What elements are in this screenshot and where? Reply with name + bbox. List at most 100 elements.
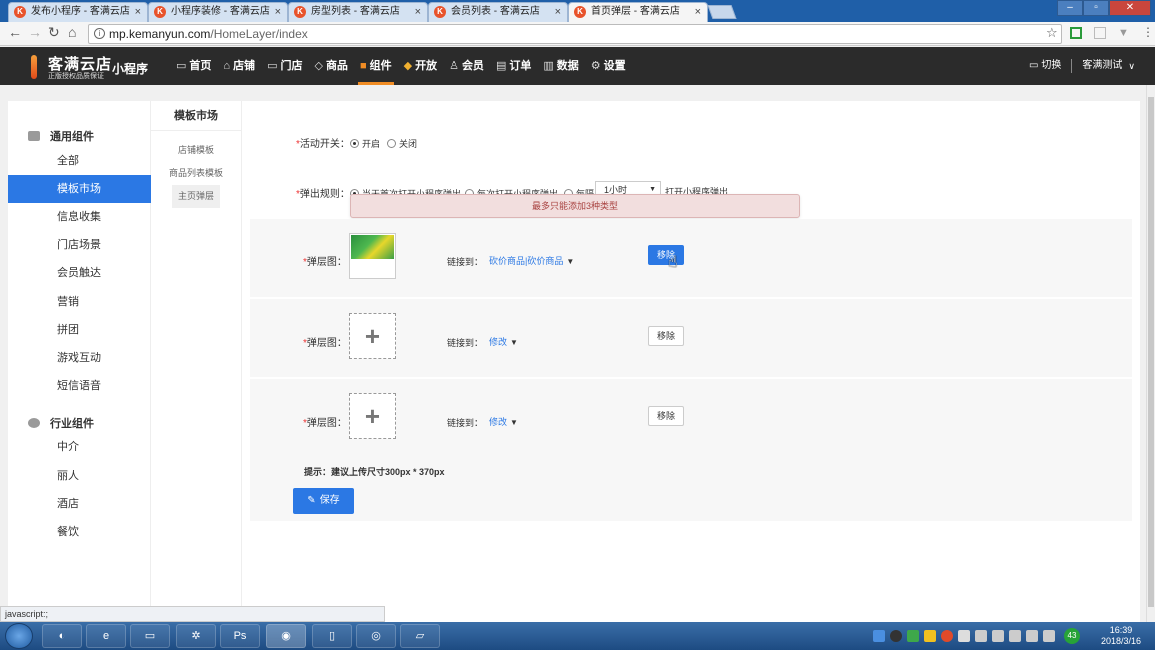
new-tab-button[interactable] (707, 5, 737, 19)
back-icon[interactable]: ← (8, 24, 22, 40)
volume-icon[interactable] (1009, 630, 1021, 642)
link-select[interactable]: 修改 ▼ (489, 335, 518, 348)
signal-icon[interactable] (1043, 630, 1055, 642)
tray-icon[interactable] (992, 630, 1004, 642)
tray-badge[interactable]: 43 (1064, 628, 1080, 644)
obs-icon[interactable]: ◎ (356, 624, 396, 648)
nav-home[interactable]: ▭ 首页 (170, 47, 217, 85)
layer-image-upload[interactable]: + (349, 393, 396, 439)
divider (1071, 59, 1073, 73)
info-icon[interactable]: i (94, 28, 105, 39)
sidebar-item-agency[interactable]: 中介 (8, 433, 151, 461)
sidebar-item-template-market[interactable]: 模板市场 (8, 175, 151, 203)
app-name: 小程序 (112, 62, 149, 76)
tab-close-icon[interactable]: × (695, 3, 701, 21)
nav-components[interactable]: ■ 组件 (354, 47, 398, 85)
nav-data[interactable]: ▥ 数据 (537, 47, 584, 85)
layer-image-upload[interactable]: + (349, 313, 396, 359)
photoshop-icon[interactable]: Ps (220, 624, 260, 648)
sidebar-item-games[interactable]: 游戏互动 (8, 344, 151, 372)
sidebar-item-member-reach[interactable]: 会员触达 (8, 259, 151, 287)
browser-tab[interactable]: K 小程序装修 - 客满云店 × (148, 2, 288, 22)
nav-open[interactable]: ◆ 开放 (398, 47, 443, 85)
sidebar-item-sms[interactable]: 短信语音 (8, 372, 151, 400)
sidebar-item-group-buy[interactable]: 拼团 (8, 316, 151, 344)
subnav-item-home-layer[interactable]: 主页弹层 (172, 185, 220, 208)
flag-icon[interactable] (1026, 630, 1038, 642)
nav-settings[interactable]: ⚙ 设置 (585, 47, 632, 85)
link-select[interactable]: 砍价商品|砍价商品 ▼ (489, 254, 574, 267)
grid-icon: ■ (359, 60, 367, 72)
browser-tab[interactable]: K 发布小程序 - 客满云店 × (8, 2, 148, 22)
url-host: mp.kemanyun.com (109, 27, 211, 41)
filter-icon[interactable]: ▼ (1118, 27, 1130, 39)
layer-image-upload[interactable] (349, 233, 396, 279)
start-button[interactable] (5, 623, 33, 649)
remove-button[interactable]: 移除 (648, 406, 684, 426)
link-label: 链接到： (447, 418, 484, 428)
tray-icon[interactable] (907, 630, 919, 642)
nav-orders[interactable]: ▤ 订单 (490, 47, 537, 85)
ie-icon[interactable]: e (86, 624, 126, 648)
tab-close-icon[interactable]: × (275, 3, 281, 21)
remove-button[interactable]: 移除 (648, 245, 684, 265)
switch-on-radio[interactable]: 开启 (350, 137, 380, 150)
switch-icon[interactable]: ▭ (1029, 47, 1038, 85)
chrome-icon[interactable]: ◉ (266, 624, 306, 648)
scrollbar-thumb[interactable] (1148, 97, 1154, 607)
subnav-item-shop-template[interactable]: 店铺模板 (151, 139, 241, 162)
sidebar-item-beauty[interactable]: 丽人 (8, 462, 151, 490)
sidebar-item-catering[interactable]: 餐饮 (8, 518, 151, 546)
minimize-icon[interactable]: – (1057, 0, 1083, 16)
tray-icon[interactable] (941, 630, 953, 642)
tray-icon[interactable] (958, 630, 970, 642)
network-icon[interactable] (975, 630, 987, 642)
browser-tab[interactable]: K 房型列表 - 客满云店 × (288, 2, 428, 22)
group-general: 通用组件 (28, 128, 94, 144)
page-scrollbar[interactable] (1146, 85, 1155, 622)
sidebar-item-store-scene[interactable]: 门店场景 (8, 231, 151, 259)
tab-close-icon[interactable]: × (555, 3, 561, 21)
extension-icon[interactable] (1094, 27, 1106, 39)
tray-icon[interactable] (890, 630, 902, 642)
taskbar-app-icon[interactable]: ✲ (176, 624, 216, 648)
extension-icon[interactable] (1070, 27, 1082, 39)
subnav-item-goods-template[interactable]: 商品列表模板 (151, 162, 241, 185)
folder-icon[interactable]: ▭ (130, 624, 170, 648)
url-input[interactable]: i mp.kemanyun.com/HomeLayer/index (88, 24, 1062, 44)
switch-off-radio[interactable]: 关闭 (387, 137, 417, 150)
taskbar-app-icon[interactable]: ◐ (42, 624, 82, 648)
nav-store[interactable]: ▭ 门店 (261, 47, 308, 85)
taskbar-app-icon[interactable]: ▯ (312, 624, 352, 648)
nav-members[interactable]: ♙ 会员 (443, 47, 490, 85)
menu-icon[interactable]: ⋮ (1142, 25, 1154, 39)
tab-close-icon[interactable]: × (135, 3, 141, 21)
sidebar-item-marketing[interactable]: 营销 (8, 288, 151, 316)
sidebar-item-all[interactable]: 全部 (8, 147, 151, 175)
tray-icon[interactable] (873, 630, 885, 642)
forward-icon[interactable]: → (28, 24, 42, 40)
browser-tab[interactable]: K 会员列表 - 客满云店 × (428, 2, 568, 22)
sidebar-item-info[interactable]: 信息收集 (8, 203, 151, 231)
link-select[interactable]: 修改 ▼ (489, 415, 518, 428)
subnav-title: 模板市场 (151, 101, 241, 131)
save-button[interactable]: ✎ 保存 (293, 488, 354, 514)
taskbar-app-icon[interactable]: ▱ (400, 624, 440, 648)
plus-icon: + (364, 401, 381, 431)
account-name[interactable]: 客满测试 (1082, 47, 1122, 85)
nav-shop[interactable]: ⌂ 店铺 (217, 47, 261, 85)
switch-button[interactable]: 切换 (1041, 47, 1061, 85)
restore-icon[interactable]: ▫ (1083, 0, 1109, 16)
close-icon[interactable]: ✕ (1109, 0, 1151, 16)
tray-icon[interactable] (924, 630, 936, 642)
tab-close-icon[interactable]: × (415, 3, 421, 21)
bookmark-star-icon[interactable]: ☆ (1046, 25, 1058, 41)
sidebar-item-hotel[interactable]: 酒店 (8, 490, 151, 518)
browser-tab-active[interactable]: K 首页弹层 - 客满云店 × (568, 2, 708, 22)
nav-goods[interactable]: ◇ 商品 (308, 47, 353, 85)
reload-icon[interactable]: ↻ (48, 24, 60, 41)
remove-button[interactable]: 移除 (648, 326, 684, 346)
taskbar-clock[interactable]: 16:39 2018/3/16 (1101, 625, 1141, 647)
home-icon[interactable]: ⌂ (68, 24, 76, 40)
chevron-down-icon[interactable]: ∨ (1128, 47, 1135, 85)
